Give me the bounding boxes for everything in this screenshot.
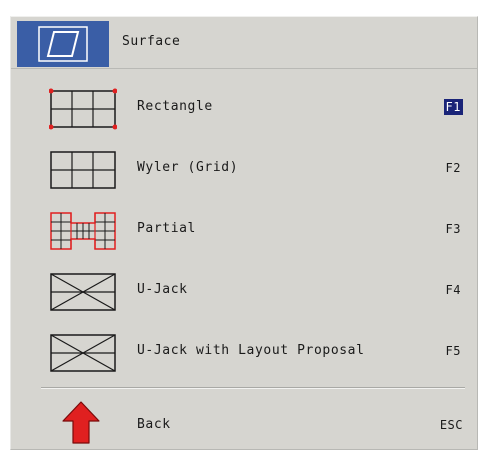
- menu-item-label: Rectangle: [137, 99, 213, 114]
- menu-item-label: U-Jack with Layout Proposal: [137, 343, 365, 358]
- shortcut-key-label: F3: [445, 222, 461, 236]
- menu-item-u-jack[interactable]: U-Jack F4: [11, 266, 477, 316]
- red-up-arrow-icon: [61, 399, 101, 449]
- partial-grid-icon: [49, 209, 117, 257]
- wyler-grid-icon: [49, 148, 117, 196]
- menu-item-partial[interactable]: Partial F3: [11, 205, 477, 255]
- menu-item-label: Partial: [137, 221, 196, 236]
- shortcut-key-label: F4: [445, 283, 461, 297]
- menu-item-rectangle[interactable]: Rectangle F1: [11, 83, 477, 133]
- parallelogram-icon: [38, 26, 88, 62]
- page-title: Surface: [122, 34, 181, 49]
- divider: [41, 387, 465, 389]
- shortcut-key-badge: F1: [443, 99, 463, 115]
- rectangle-grid-icon: [48, 87, 118, 135]
- back-button[interactable]: Back ESC: [11, 399, 477, 449]
- header-icon-box: [17, 21, 109, 67]
- shortcut-key-label: F2: [445, 161, 461, 175]
- menu-item-wyler-grid[interactable]: Wyler (Grid) F2: [11, 144, 477, 194]
- menu-item-u-jack-layout-proposal[interactable]: U-Jack with Layout Proposal F5: [11, 327, 477, 377]
- shortcut-key-label: ESC: [439, 418, 463, 432]
- menu-item-label: U-Jack: [137, 282, 188, 297]
- menu-item-label: Wyler (Grid): [137, 160, 239, 175]
- ujack-icon: [49, 270, 117, 318]
- back-label: Back: [137, 417, 171, 432]
- ujack-layout-icon: [49, 331, 117, 379]
- shortcut-key-label: F5: [445, 344, 461, 358]
- menu-header: Surface: [11, 17, 477, 69]
- surface-menu-panel: Surface Rectangle F1 Wyler (Grid) F2 Par…: [10, 16, 478, 450]
